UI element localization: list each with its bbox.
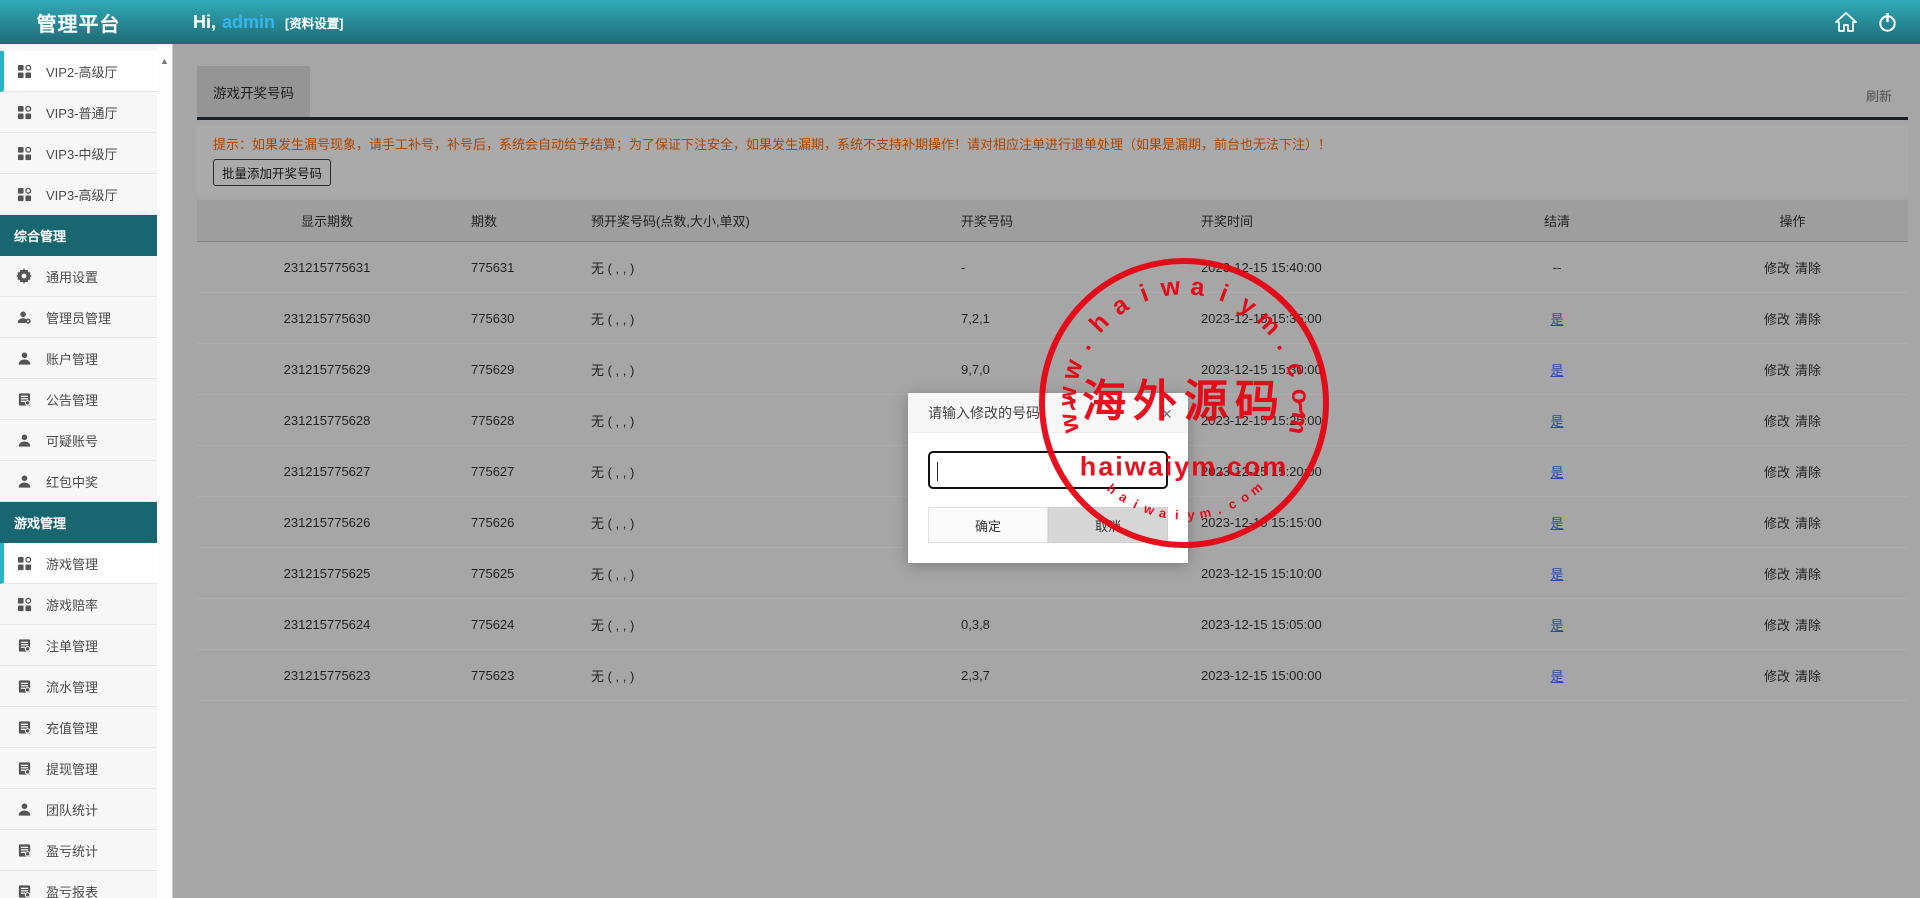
user-icon (16, 473, 32, 489)
power-logout-icon[interactable] (1877, 12, 1898, 33)
grid-icon (16, 555, 32, 571)
grid-icon (16, 145, 32, 161)
sidebar-item-suspicious-accounts[interactable]: 可疑账号 (0, 420, 157, 461)
sidebar-item-label: 流水管理 (46, 677, 98, 696)
sidebar-item-announcement-management[interactable]: 公告管理 (0, 379, 157, 420)
user-greeting: Hi, admin [资料设置] (193, 12, 343, 33)
user-icon (16, 801, 32, 817)
sidebar-scrollbar[interactable]: ▲ (157, 44, 173, 898)
sidebar-item-red-packet-winning[interactable]: 红包中奖 (0, 461, 157, 502)
sidebar-item-admin-management[interactable]: 管理员管理 (0, 297, 157, 338)
greeting-prefix: Hi, (193, 12, 216, 33)
doc-icon (16, 883, 32, 898)
doc-icon (16, 678, 32, 694)
sidebar-item-vip3-middle-hall[interactable]: VIP3-中级厅 (0, 133, 157, 174)
sidebar-item-label: 可疑账号 (46, 431, 98, 450)
username: admin (222, 12, 275, 33)
sidebar: VIP2-高级厅 VIP3-普通厅 VIP3-中级厅 VIP3-高级厅综合管理通用设置… (0, 44, 157, 898)
sidebar-item-game-odds[interactable]: 游戏赔率 (0, 584, 157, 625)
doc-icon (16, 719, 32, 735)
sidebar-item-label: 提现管理 (46, 759, 98, 778)
user-icon (16, 350, 32, 366)
close-icon[interactable]: × (1157, 401, 1176, 427)
sidebar-menu: VIP2-高级厅 VIP3-普通厅 VIP3-中级厅 VIP3-高级厅综合管理通用设置… (0, 51, 157, 898)
modal-title: 请输入修改的号码 (928, 403, 1040, 423)
sidebar-item-profit-loss-report[interactable]: 盈亏报表 (0, 871, 157, 898)
sidebar-item-game-management[interactable]: 游戏管理 (0, 543, 157, 584)
sidebar-item-general-settings[interactable]: 通用设置 (0, 256, 157, 297)
sidebar-item-vip2-senior-hall[interactable]: VIP2-高级厅 (0, 51, 157, 92)
gear-icon (16, 268, 32, 284)
sidebar-item-label: 游戏赔率 (46, 595, 98, 614)
user-icon (16, 432, 32, 448)
doc-icon (16, 842, 32, 858)
sidebar-item-label: 游戏管理 (46, 554, 98, 573)
text-caret (937, 462, 938, 481)
grid-icon (16, 63, 32, 79)
top-header: 管理平台 Hi, admin [资料设置] (0, 0, 1920, 44)
sidebar-item-withdrawal-management[interactable]: 提现管理 (0, 748, 157, 789)
confirm-button[interactable]: 确定 (928, 507, 1048, 543)
sidebar-item-team-statistics[interactable]: 团队统计 (0, 789, 157, 830)
profile-settings-link[interactable]: [资料设置] (285, 13, 343, 32)
sidebar-item-label: 公告管理 (46, 390, 98, 409)
app-title: 管理平台 (0, 8, 157, 37)
users-icon (16, 309, 32, 325)
sidebar-section-game-management-section: 游戏管理 (0, 502, 157, 543)
sidebar-item-recharge-management[interactable]: 充值管理 (0, 707, 157, 748)
grid-icon (16, 104, 32, 120)
cancel-button[interactable]: 取消 (1048, 507, 1168, 543)
sidebar-item-label: VIP3-中级厅 (46, 144, 118, 163)
sidebar-item-label: 团队统计 (46, 800, 98, 819)
sidebar-item-label: 账户管理 (46, 349, 98, 368)
sidebar-item-label: 通用设置 (46, 267, 98, 286)
sidebar-section-general-management: 综合管理 (0, 215, 157, 256)
grid-icon (16, 596, 32, 612)
sidebar-item-vip3-senior-hall[interactable]: VIP3-高级厅 (0, 174, 157, 215)
doc-icon (16, 637, 32, 653)
edit-number-modal: 请输入修改的号码 × 确定 取消 (908, 393, 1188, 563)
sidebar-item-label: 注单管理 (46, 636, 98, 655)
home-icon[interactable] (1835, 12, 1857, 32)
sidebar-item-label: 充值管理 (46, 718, 98, 737)
sidebar-item-vip3-normal-hall[interactable]: VIP3-普通厅 (0, 92, 157, 133)
scroll-up-arrow-icon[interactable]: ▲ (157, 56, 172, 66)
sidebar-item-label: 盈亏报表 (46, 882, 98, 898)
sidebar-item-label: VIP2-高级厅 (46, 62, 118, 81)
sidebar-item-account-management[interactable]: 账户管理 (0, 338, 157, 379)
modal-header: 请输入修改的号码 × (908, 393, 1188, 433)
number-input[interactable] (928, 451, 1168, 489)
sidebar-item-label: VIP3-普通厅 (46, 103, 118, 122)
grid-icon (16, 186, 32, 202)
sidebar-item-profit-loss-statistics[interactable]: 盈亏统计 (0, 830, 157, 871)
sidebar-item-label: 管理员管理 (46, 308, 111, 327)
sidebar-item-label: 红包中奖 (46, 472, 98, 491)
doc-icon (16, 391, 32, 407)
sidebar-item-bet-order-management[interactable]: 注单管理 (0, 625, 157, 666)
sidebar-item-turnover-management[interactable]: 流水管理 (0, 666, 157, 707)
doc-icon (16, 760, 32, 776)
sidebar-item-label: 盈亏统计 (46, 841, 98, 860)
sidebar-item-label: VIP3-高级厅 (46, 185, 118, 204)
